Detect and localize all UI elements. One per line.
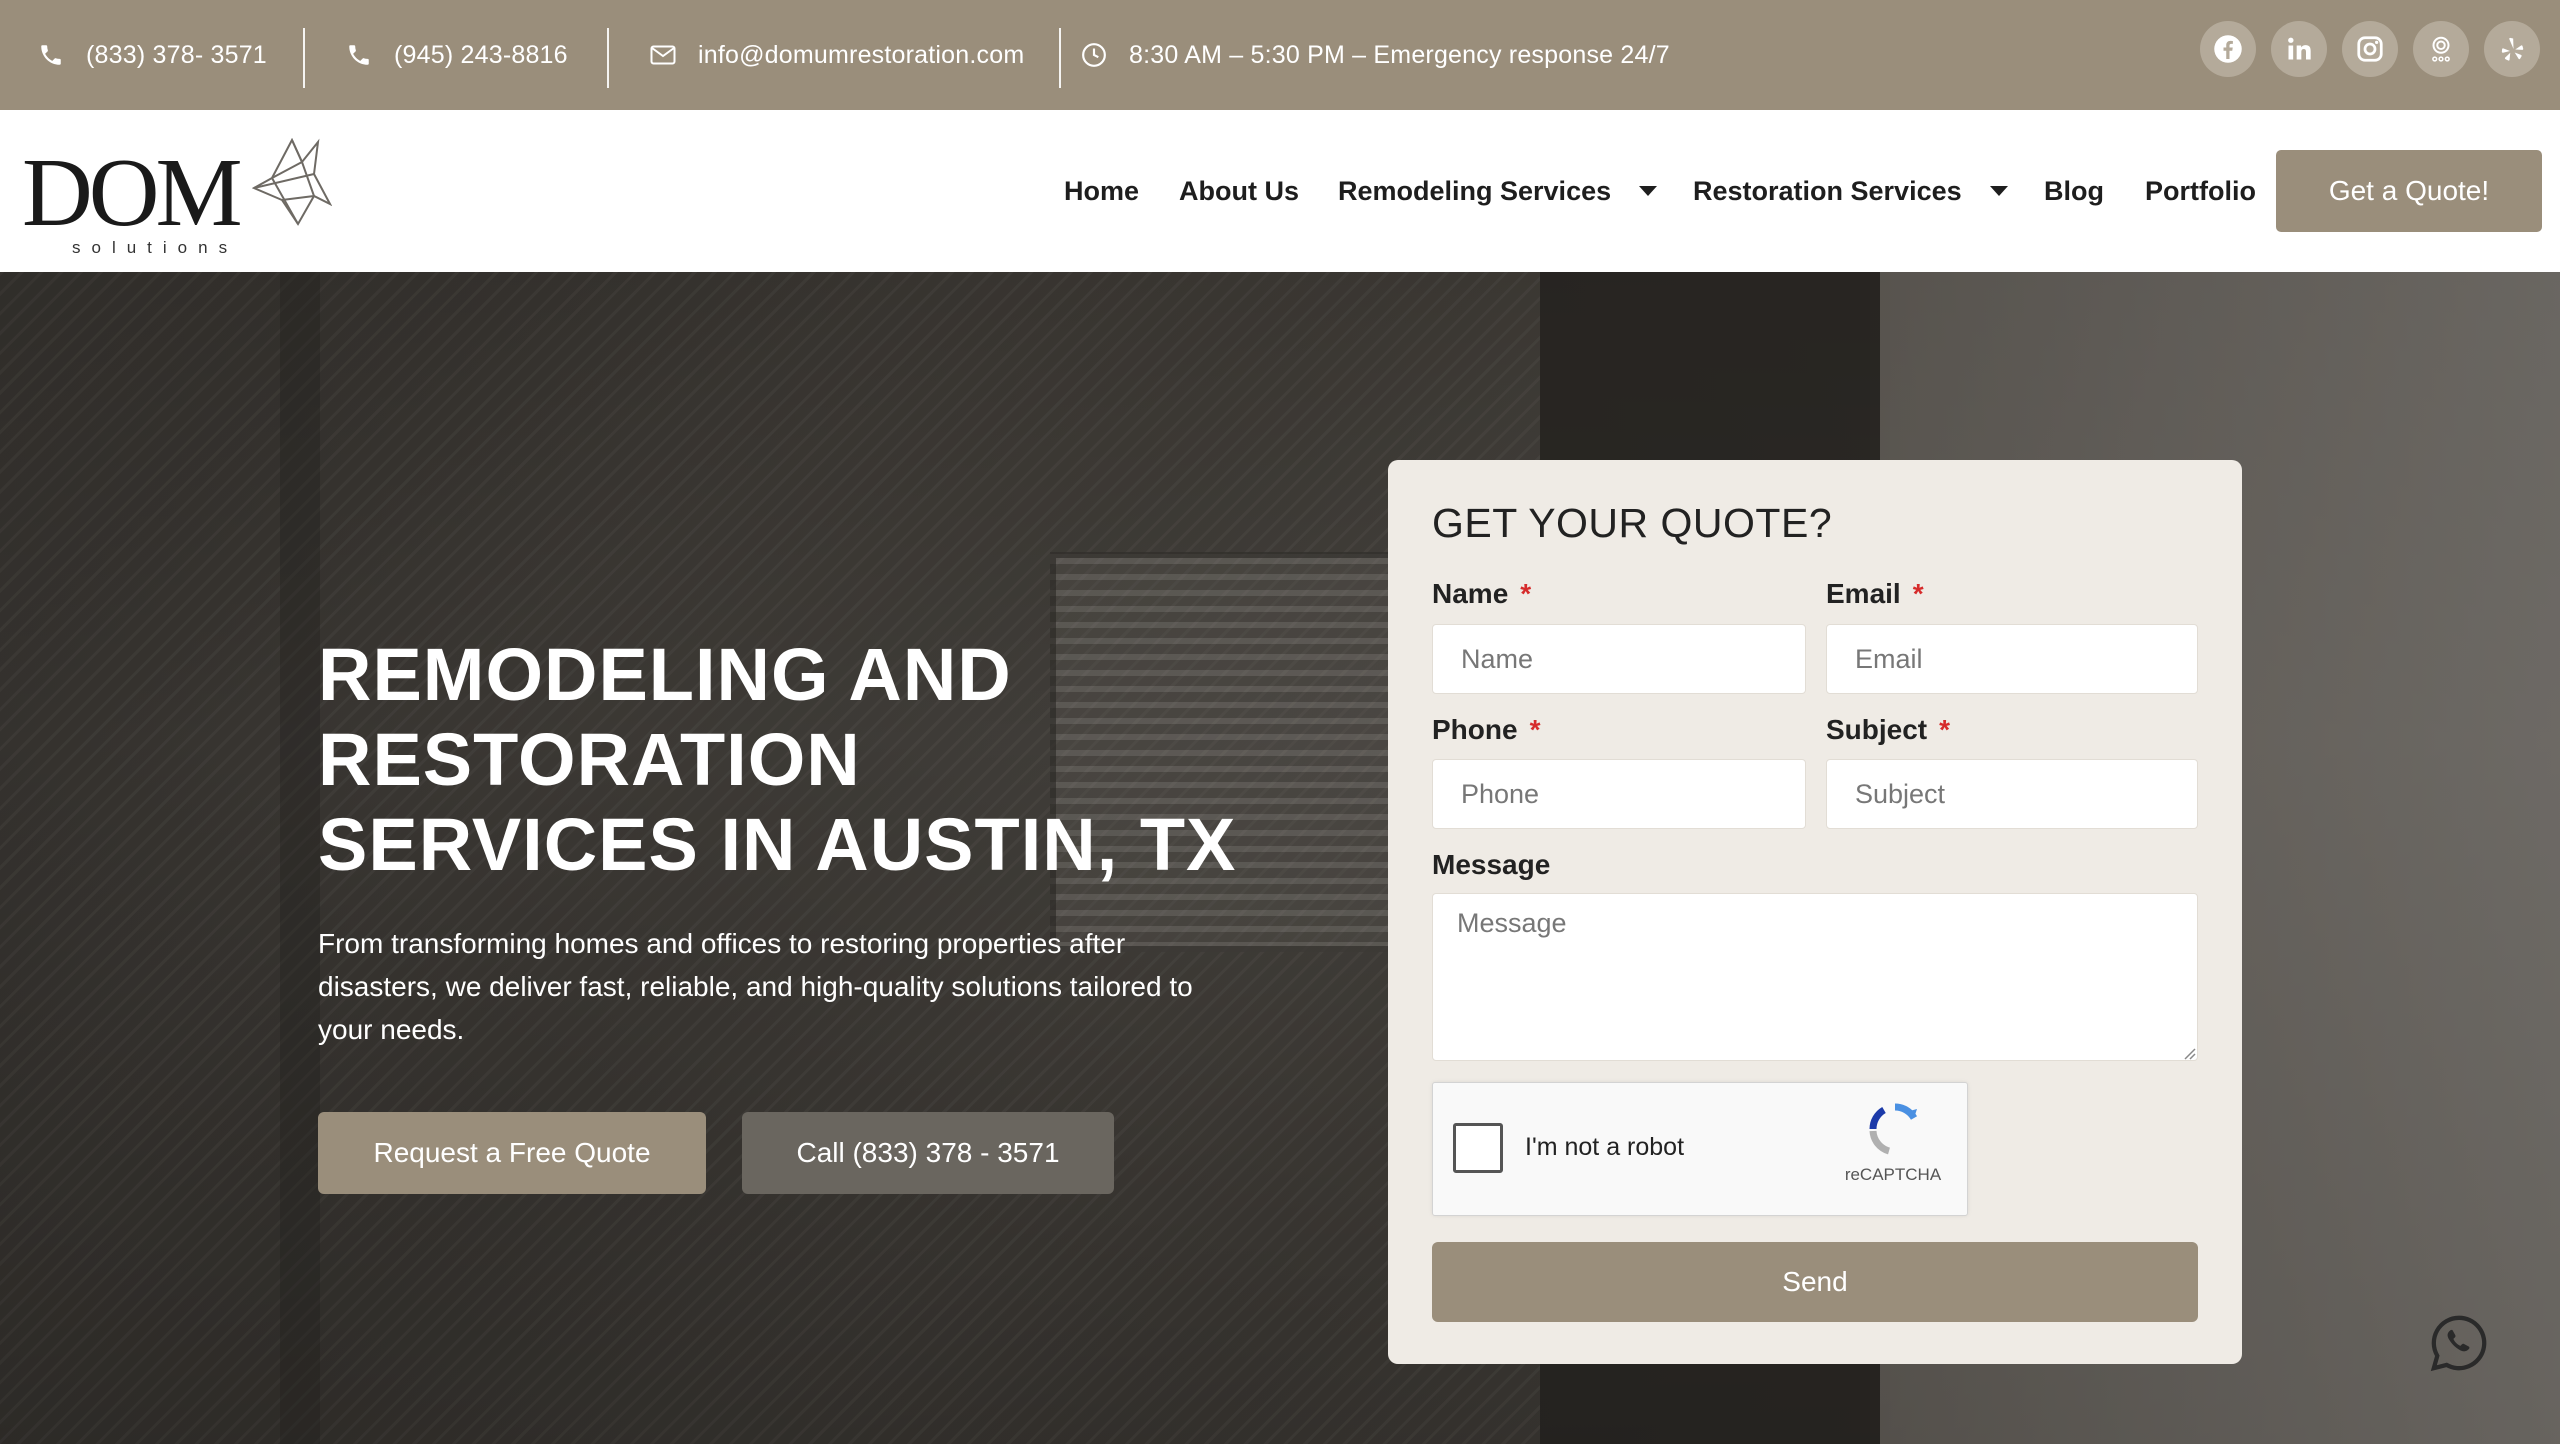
phone-contact-1[interactable]: (833) 378- 3571 <box>38 0 267 110</box>
name-label: Name * <box>1432 578 1532 609</box>
nav-item-restoration-services[interactable]: Restoration Services <box>1693 110 2008 272</box>
nav-label: Portfolio <box>2145 175 2256 206</box>
request-free-quote-button[interactable]: Request a Free Quote <box>318 1112 706 1194</box>
required-marker: * <box>1529 714 1541 745</box>
divider <box>1059 28 1061 88</box>
phone-label: Phone * <box>1432 714 1541 745</box>
required-marker: * <box>1520 578 1532 609</box>
phone-number-1: (833) 378- 3571 <box>86 40 267 69</box>
yelp-icon[interactable] <box>2484 21 2540 77</box>
phone-icon <box>349 45 369 65</box>
logo-wordmark: DOM <box>22 139 243 247</box>
nav-label: Restoration Services <box>1693 175 1962 206</box>
nav-item-blog[interactable]: Blog <box>2044 110 2104 272</box>
hero-heading-line: RESTORATION <box>318 718 861 801</box>
message-textarea[interactable]: Message <box>1432 893 2198 1061</box>
message-label: Message <box>1432 849 1551 880</box>
captcha-checkbox[interactable] <box>1453 1123 1503 1173</box>
nav-label: About Us <box>1179 175 1299 206</box>
required-marker: * <box>1912 578 1924 609</box>
subject-label: Subject * <box>1826 714 1951 745</box>
top-bar: (833) 378- 3571 (945) 243-8816 info@domu… <box>0 0 2560 110</box>
email-input[interactable]: Email <box>1826 624 2198 694</box>
captcha-label: I'm not a robot <box>1525 1133 1685 1161</box>
nav-item-home[interactable]: Home <box>1064 110 1139 272</box>
whatsapp-icon[interactable] <box>2428 1312 2490 1374</box>
hero-section: REMODELING AND RESTORATION SERVICES IN A… <box>0 272 2560 1444</box>
geometric-fox-logo-icon <box>252 138 332 226</box>
phone-input[interactable]: Phone <box>1432 759 1806 829</box>
phone-number-2: (945) 243-8816 <box>394 40 568 69</box>
form-title: GET YOUR QUOTE? <box>1432 500 1833 546</box>
linkedin-icon[interactable] <box>2271 21 2327 77</box>
nav-item-remodeling-services[interactable]: Remodeling Services <box>1338 110 1658 272</box>
resize-handle-icon[interactable] <box>2182 1046 2196 1060</box>
nav-item-portfolio[interactable]: Portfolio <box>2145 110 2256 272</box>
recaptcha-widget: I'm not a robot reCAPTCHA <box>1432 1082 1968 1216</box>
phone-icon <box>41 45 61 65</box>
hero-heading: REMODELING AND RESTORATION SERVICES IN A… <box>318 632 1268 887</box>
get-a-quote-button[interactable]: Get a Quote! <box>2276 150 2542 232</box>
mail-icon <box>650 45 676 65</box>
email-label: Email * <box>1826 578 1924 609</box>
call-phone-button[interactable]: Call (833) 378 - 3571 <box>742 1112 1114 1194</box>
hours-text: 8:30 AM – 5:30 PM – Emergency response 2… <box>1129 40 1670 69</box>
google-maps-icon[interactable] <box>2413 21 2469 77</box>
name-input[interactable]: Name <box>1432 624 1806 694</box>
email-contact[interactable]: info@domumrestoration.com <box>650 0 1024 110</box>
main-navigation: DOM solutions Home About Us Remodeling S… <box>0 110 2560 272</box>
divider <box>607 28 609 88</box>
hero-description: From transforming homes and offices to r… <box>318 928 1193 1045</box>
nav-label: Home <box>1064 175 1140 206</box>
phone-contact-2[interactable]: (945) 243-8816 <box>346 0 568 110</box>
logo-subtitle: solutions <box>72 238 239 257</box>
facebook-icon[interactable] <box>2200 21 2256 77</box>
quote-form: GET YOUR QUOTE? Name * Name Email * Email … <box>1388 460 2242 1364</box>
nav-label: Blog <box>2044 175 2104 206</box>
hours-info: 8:30 AM – 5:30 PM – Emergency response 2… <box>1081 0 1670 110</box>
instagram-icon[interactable] <box>2342 21 2398 77</box>
divider <box>303 28 305 88</box>
nav-item-about-us[interactable]: About Us <box>1179 110 1299 272</box>
captcha-brand: reCAPTCHA <box>1844 1165 1942 1184</box>
subject-input[interactable]: Subject <box>1826 759 2198 829</box>
clock-icon <box>1082 43 1106 67</box>
hero-heading-line: SERVICES IN AUSTIN, TX <box>318 803 1237 886</box>
send-button[interactable]: Send <box>1432 1242 2198 1322</box>
brand-logo[interactable]: DOM solutions <box>22 130 342 257</box>
hero-heading-line: REMODELING AND <box>318 633 1012 716</box>
chevron-down-icon <box>1639 186 1658 196</box>
required-marker: * <box>1939 714 1951 745</box>
chevron-down-icon <box>1989 186 2008 196</box>
nav-label: Remodeling Services <box>1338 175 1612 206</box>
email-address: info@domumrestoration.com <box>698 40 1025 69</box>
recaptcha-logo-icon <box>1869 1103 1918 1155</box>
